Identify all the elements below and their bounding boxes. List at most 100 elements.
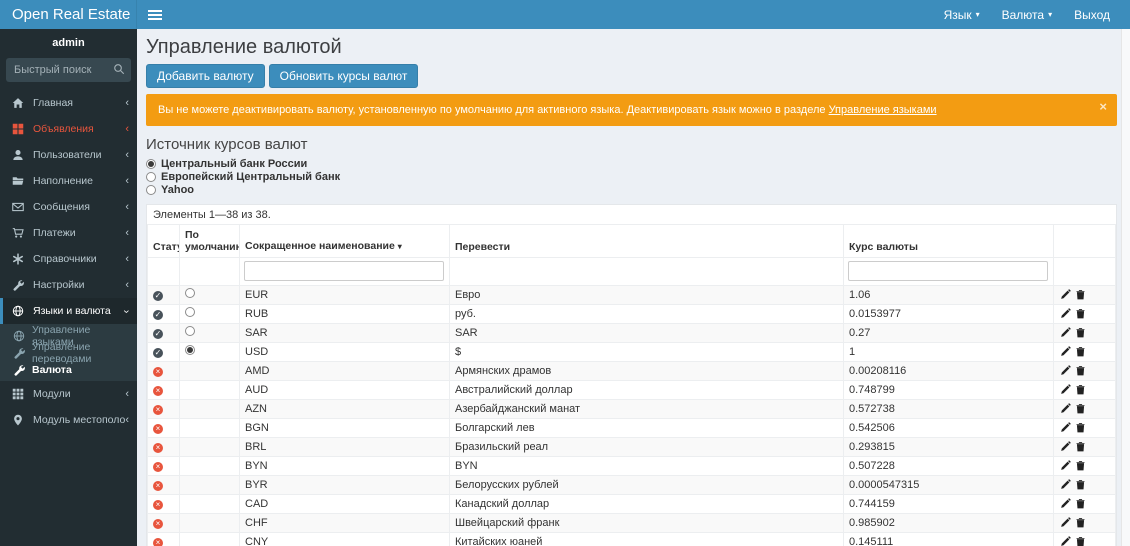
nav-currency-dropdown[interactable]: Валюта ▾ — [991, 0, 1063, 29]
add-currency-button[interactable]: Добавить валюту — [146, 64, 265, 88]
delete-icon[interactable] — [1075, 289, 1086, 300]
edit-icon[interactable] — [1060, 384, 1071, 395]
delete-icon[interactable] — [1075, 441, 1086, 452]
sidebar-item-users[interactable]: Пользователи ‹ — [0, 142, 137, 168]
edit-icon[interactable] — [1060, 441, 1071, 452]
delete-icon[interactable] — [1075, 327, 1086, 338]
status-inactive-icon[interactable]: × — [153, 366, 163, 377]
edit-icon[interactable] — [1060, 365, 1071, 376]
delete-icon[interactable] — [1075, 384, 1086, 395]
delete-icon[interactable] — [1075, 346, 1086, 357]
default-currency-radio[interactable] — [185, 288, 195, 298]
close-icon[interactable]: × — [1099, 100, 1107, 114]
col-default: По умолчанию — [179, 224, 240, 258]
update-rates-button[interactable]: Обновить курсы валют — [268, 64, 419, 88]
status-inactive-icon[interactable]: × — [153, 442, 163, 453]
rate-source-option[interactable]: Европейский Центральный банк — [146, 171, 1117, 183]
cart-icon — [12, 227, 27, 239]
status-inactive-icon[interactable]: × — [153, 499, 163, 510]
table-row: × BGN Болгарский лев 0.542506 — [147, 418, 1116, 438]
delete-icon[interactable] — [1075, 536, 1086, 546]
status-inactive-icon[interactable]: × — [153, 423, 163, 434]
wrench-icon — [13, 347, 27, 359]
sidebar-item-messages[interactable]: Сообщения ‹ — [0, 194, 137, 220]
sidebar-item-home[interactable]: Главная ‹ — [0, 90, 137, 116]
globe-icon — [12, 305, 27, 317]
edit-icon[interactable] — [1060, 517, 1071, 528]
chevron-left-icon: ‹ — [125, 96, 129, 109]
warning-link[interactable]: Управление языками — [829, 104, 937, 116]
status-inactive-icon[interactable]: × — [153, 385, 163, 396]
sidebar-item-settings[interactable]: Настройки ‹ — [0, 272, 137, 298]
currency-code: USD — [239, 342, 450, 362]
edit-icon[interactable] — [1060, 308, 1071, 319]
rate-source-option[interactable]: Yahoo — [146, 184, 1117, 196]
app-logo[interactable]: Open Real Estate — [0, 0, 137, 29]
edit-icon[interactable] — [1060, 346, 1071, 357]
delete-icon[interactable] — [1075, 498, 1086, 509]
sidebar-search — [6, 58, 131, 82]
rate-source-option[interactable]: Центральный банк России — [146, 158, 1117, 170]
status-active-icon[interactable]: ✓ — [153, 347, 163, 358]
main-content: Управление валютой Добавить валюту Обнов… — [137, 29, 1130, 546]
sidebar-item-references[interactable]: Справочники ‹ — [0, 246, 137, 272]
status-inactive-icon[interactable]: × — [153, 480, 163, 491]
delete-icon[interactable] — [1075, 403, 1086, 414]
status-inactive-icon[interactable]: × — [153, 404, 163, 415]
edit-icon[interactable] — [1060, 422, 1071, 433]
nav-logout[interactable]: Выход — [1063, 0, 1121, 29]
currency-rate: 0.293815 — [843, 437, 1054, 457]
status-inactive-icon[interactable]: × — [153, 518, 163, 529]
status-inactive-icon[interactable]: × — [153, 461, 163, 472]
code-filter-input[interactable] — [244, 261, 444, 281]
chevron-left-icon: ‹ — [125, 413, 129, 426]
chevron-left-icon: ‹ — [125, 122, 129, 135]
sidebar-item-location[interactable]: Модуль местоположения‹ — [0, 407, 137, 433]
status-active-icon[interactable]: ✓ — [153, 328, 163, 339]
sidebar-item-content[interactable]: Наполнение ‹ — [0, 168, 137, 194]
delete-icon[interactable] — [1075, 422, 1086, 433]
table-row: × AMD Армянских драмов 0.00208116 — [147, 361, 1116, 381]
radio-icon[interactable] — [146, 159, 156, 169]
edit-icon[interactable] — [1060, 460, 1071, 471]
edit-icon[interactable] — [1060, 498, 1071, 509]
edit-icon[interactable] — [1060, 479, 1071, 490]
rate-filter-input[interactable] — [848, 261, 1048, 281]
delete-icon[interactable] — [1075, 308, 1086, 319]
sidebar-item-payments[interactable]: Платежи ‹ — [0, 220, 137, 246]
currency-name: Белорусских рублей — [449, 475, 844, 495]
radio-icon[interactable] — [146, 172, 156, 182]
sidebar-submenu: Управление языками Управление переводами В… — [0, 324, 137, 381]
sidebar-subitem-manage-translations[interactable]: Управление переводами — [0, 341, 137, 365]
status-active-icon[interactable]: ✓ — [153, 309, 163, 320]
delete-icon[interactable] — [1075, 479, 1086, 490]
nav-language-dropdown[interactable]: Язык ▾ — [933, 0, 991, 29]
search-icon[interactable] — [113, 63, 125, 75]
radio-icon[interactable] — [146, 185, 156, 195]
currency-code: AUD — [239, 380, 450, 400]
sidebar-item-languages[interactable]: Языки и валюта ‹ — [0, 298, 137, 324]
edit-icon[interactable] — [1060, 289, 1071, 300]
col-status: Статус — [147, 224, 180, 258]
currency-name: Азербайджанский манат — [449, 399, 844, 419]
sidebar-item-modules[interactable]: Модули ‹ — [0, 381, 137, 407]
default-currency-radio[interactable] — [185, 345, 195, 355]
chevron-left-icon: ‹ — [125, 174, 129, 187]
edit-icon[interactable] — [1060, 536, 1071, 546]
status-inactive-icon[interactable]: × — [153, 537, 163, 546]
edit-icon[interactable] — [1060, 403, 1071, 414]
delete-icon[interactable] — [1075, 517, 1086, 528]
status-active-icon[interactable]: ✓ — [153, 290, 163, 301]
delete-icon[interactable] — [1075, 460, 1086, 471]
col-code-sort[interactable]: Сокращенное наименование ▾ — [239, 224, 450, 258]
sidebar-item-listings[interactable]: Объявления ‹ — [0, 116, 137, 142]
default-currency-radio[interactable] — [185, 307, 195, 317]
edit-icon[interactable] — [1060, 327, 1071, 338]
table-row: × BYN BYN 0.507228 — [147, 456, 1116, 476]
sidebar-toggle-button[interactable] — [137, 0, 173, 29]
col-rate-sort[interactable]: Курс валюты — [843, 224, 1054, 258]
warning-banner: Вы не можете деактивировать валюту, уста… — [146, 94, 1117, 126]
sidebar: admin Главная‹Объявления‹Пользователи‹На… — [0, 29, 137, 546]
default-currency-radio[interactable] — [185, 326, 195, 336]
delete-icon[interactable] — [1075, 365, 1086, 376]
